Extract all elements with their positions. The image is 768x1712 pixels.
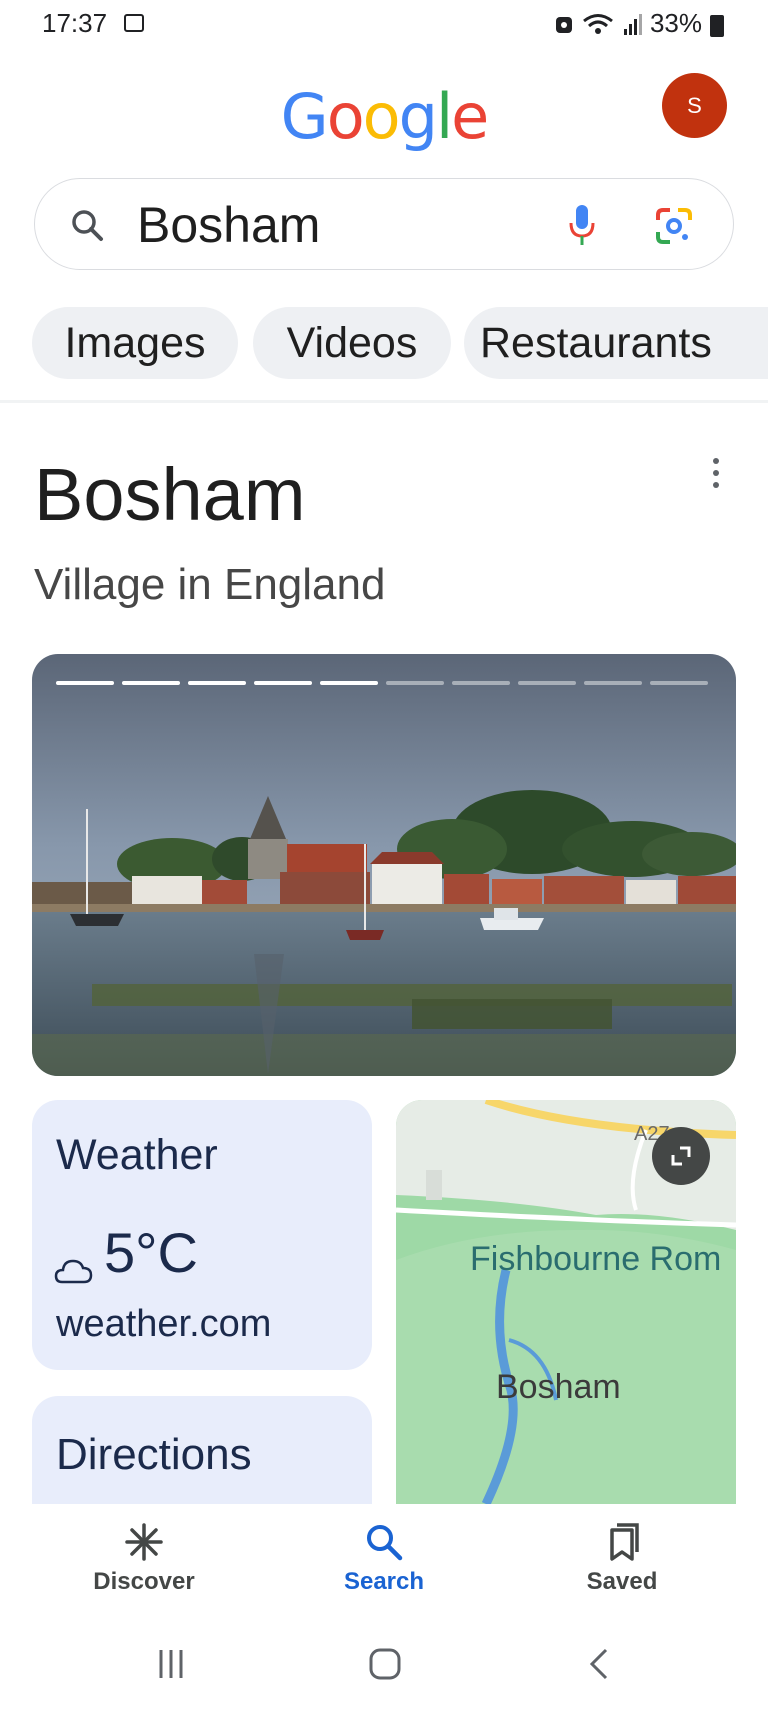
directions-title: Directions: [56, 1430, 252, 1479]
microphone-icon[interactable]: [568, 203, 596, 249]
carousel-indicator: [188, 681, 246, 685]
nav-search[interactable]: Search: [284, 1522, 484, 1596]
carousel-indicator: [56, 681, 114, 685]
cloud-icon: [54, 1259, 93, 1284]
map-place-bosham: Bosham: [496, 1368, 621, 1406]
logo-letter: g: [398, 80, 438, 153]
image-notification-icon: [124, 14, 144, 32]
battery-icon: [710, 14, 724, 37]
nav-discover[interactable]: Discover: [44, 1522, 244, 1596]
knowledge-panel-subtitle: Village in England: [34, 560, 386, 609]
carousel-indicator: [518, 681, 576, 685]
battery-percent: 33%: [649, 8, 702, 38]
wifi-icon: [583, 13, 613, 34]
carousel-indicator: [386, 681, 444, 685]
google-lens-icon[interactable]: [654, 206, 694, 246]
expand-icon: [671, 1146, 691, 1166]
nav-saved-label: Saved: [586, 1568, 658, 1595]
weather-temperature: 5°C: [104, 1221, 198, 1284]
carousel-indicator: [452, 681, 510, 685]
chip-restaurants[interactable]: Restaurants: [464, 307, 768, 379]
carousel-indicator: [122, 681, 180, 685]
map-place-fishbourne: Fishbourne Rom: [470, 1240, 722, 1278]
carousel-indicator: [320, 681, 378, 685]
chip-images[interactable]: Images: [32, 307, 238, 379]
carousel-indicator: [254, 681, 312, 685]
nav-discover-label: Discover: [93, 1568, 195, 1595]
signal-icon: [623, 13, 642, 35]
account-avatar[interactable]: S: [662, 73, 727, 138]
avatar-initial: S: [687, 92, 702, 118]
nav-saved[interactable]: Saved: [522, 1522, 722, 1596]
weather-title: Weather: [56, 1131, 218, 1179]
knowledge-panel-title: Bosham: [34, 453, 306, 536]
logo-letter: o: [326, 80, 365, 153]
logo-letter: l: [435, 80, 453, 153]
carousel-indicator: [650, 681, 708, 685]
image-carousel-progress: [56, 681, 708, 685]
asterisk-icon: [125, 1523, 163, 1561]
back-icon[interactable]: [588, 1648, 610, 1680]
bosham-photo[interactable]: [32, 654, 736, 1076]
search-icon: [72, 210, 103, 241]
data-saver-icon: [555, 16, 572, 33]
status-time: 17:37: [42, 8, 108, 38]
expand-map-button[interactable]: [652, 1127, 710, 1185]
home-icon[interactable]: [369, 1648, 401, 1680]
google-logo[interactable]: Google: [0, 80, 768, 153]
logo-letter: e: [451, 80, 489, 153]
recent-apps-icon[interactable]: [156, 1648, 186, 1680]
more-options-icon[interactable]: [712, 458, 720, 488]
carousel-indicator: [584, 681, 642, 685]
weather-source: weather.com: [56, 1303, 272, 1345]
logo-letter: o: [362, 80, 401, 153]
bookmarks-icon: [610, 1523, 639, 1561]
nav-search-label: Search: [343, 1568, 425, 1595]
chip-videos[interactable]: Videos: [253, 307, 451, 379]
logo-letter: G: [280, 80, 329, 153]
status-indicators: 33%: [554, 8, 724, 39]
search-icon: [367, 1525, 403, 1561]
divider: [0, 400, 768, 403]
search-query[interactable]: Bosham: [137, 196, 320, 254]
